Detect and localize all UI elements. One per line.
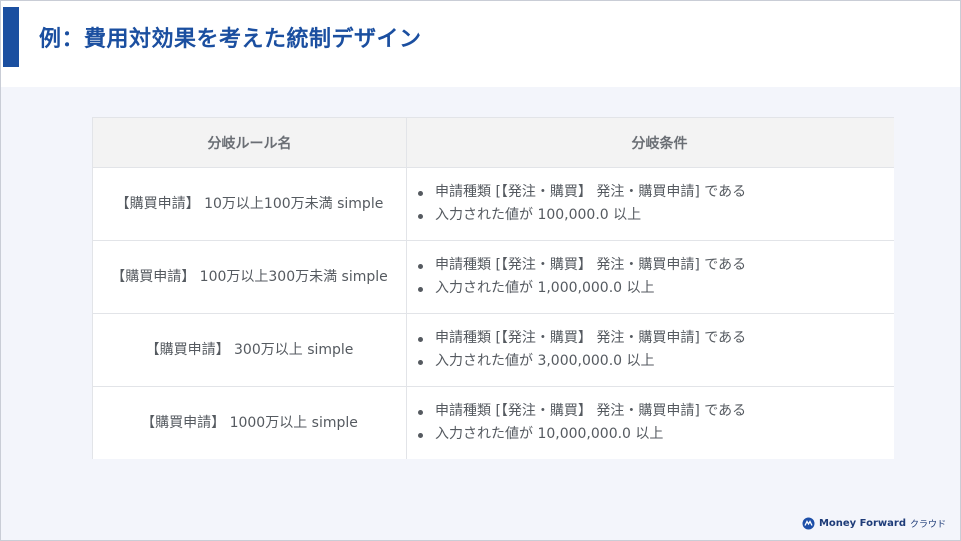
condition-item: 申請種類 [【発注・購買】 発注・購買申請] である <box>407 327 894 350</box>
logo-suffix: クラウド <box>909 520 946 530</box>
conditions-list: 申請種類 [【発注・購買】 発注・購買申請] である 入力された値が 1,000… <box>407 254 894 300</box>
rule-name-cell: 【購買申請】 10万以上100万未満 simple <box>92 167 407 241</box>
conditions-cell: 申請種類 [【発注・購買】 発注・購買申請] である 入力された値が 10,00… <box>406 386 894 459</box>
conditions-cell: 申請種類 [【発注・購買】 発注・購買申請] である 入力された値が 100,0… <box>406 167 894 241</box>
branch-rules-table: 分岐ルール名 分岐条件 【購買申請】 10万以上100万未満 simple 申請… <box>92 117 894 459</box>
conditions-list: 申請種類 [【発注・購買】 発注・購買申請] である 入力された値が 10,00… <box>407 400 894 446</box>
table-row: 【購買申請】 10万以上100万未満 simple 申請種類 [【発注・購買】 … <box>92 167 894 241</box>
conditions-cell: 申請種類 [【発注・購買】 発注・購買申請] である 入力された値が 1,000… <box>406 240 894 314</box>
conditions-cell: 申請種類 [【発注・購買】 発注・購買申請] である 入力された値が 3,000… <box>406 313 894 387</box>
table-header-row: 分岐ルール名 分岐条件 <box>92 117 894 168</box>
condition-item: 入力された値が 3,000,000.0 以上 <box>407 350 894 373</box>
condition-item: 申請種類 [【発注・購買】 発注・購買申請] である <box>407 181 894 204</box>
table-row: 【購買申請】 100万以上300万未満 simple 申請種類 [【発注・購買】… <box>92 240 894 314</box>
conditions-list: 申請種類 [【発注・購買】 発注・購買申請] である 入力された値が 100,0… <box>407 181 894 227</box>
column-header-conditions: 分岐条件 <box>406 117 894 168</box>
rule-name-cell: 【購買申請】 300万以上 simple <box>92 313 407 387</box>
logo-text: Money Forward <box>818 518 906 529</box>
money-forward-logo: Money Forward クラウド <box>802 517 946 530</box>
condition-item: 入力された値が 10,000,000.0 以上 <box>407 423 894 446</box>
title-bar: 例：費用対効果を考えた統制デザイン <box>1 1 960 87</box>
slide-title: 例：費用対効果を考えた統制デザイン <box>39 27 422 52</box>
money-forward-logo-icon <box>802 517 815 530</box>
condition-item: 申請種類 [【発注・購買】 発注・購買申請] である <box>407 400 894 423</box>
column-header-rule-name: 分岐ルール名 <box>92 117 407 168</box>
condition-item: 入力された値が 100,000.0 以上 <box>407 204 894 227</box>
condition-item: 申請種類 [【発注・購買】 発注・購買申請] である <box>407 254 894 277</box>
rule-name-cell: 【購買申請】 1000万以上 simple <box>92 386 407 459</box>
table-row: 【購買申請】 300万以上 simple 申請種類 [【発注・購買】 発注・購買… <box>92 313 894 387</box>
branch-rules-table-container: 分岐ルール名 分岐条件 【購買申請】 10万以上100万未満 simple 申請… <box>92 117 894 459</box>
rule-name-cell: 【購買申請】 100万以上300万未満 simple <box>92 240 407 314</box>
conditions-list: 申請種類 [【発注・購買】 発注・購買申請] である 入力された値が 3,000… <box>407 327 894 373</box>
title-accent-bar <box>3 7 19 67</box>
slide: 例：費用対効果を考えた統制デザイン 分岐ルール名 分岐条件 【購買申請】 10万… <box>0 0 961 541</box>
condition-item: 入力された値が 1,000,000.0 以上 <box>407 277 894 300</box>
table-row: 【購買申請】 1000万以上 simple 申請種類 [【発注・購買】 発注・購… <box>92 386 894 459</box>
